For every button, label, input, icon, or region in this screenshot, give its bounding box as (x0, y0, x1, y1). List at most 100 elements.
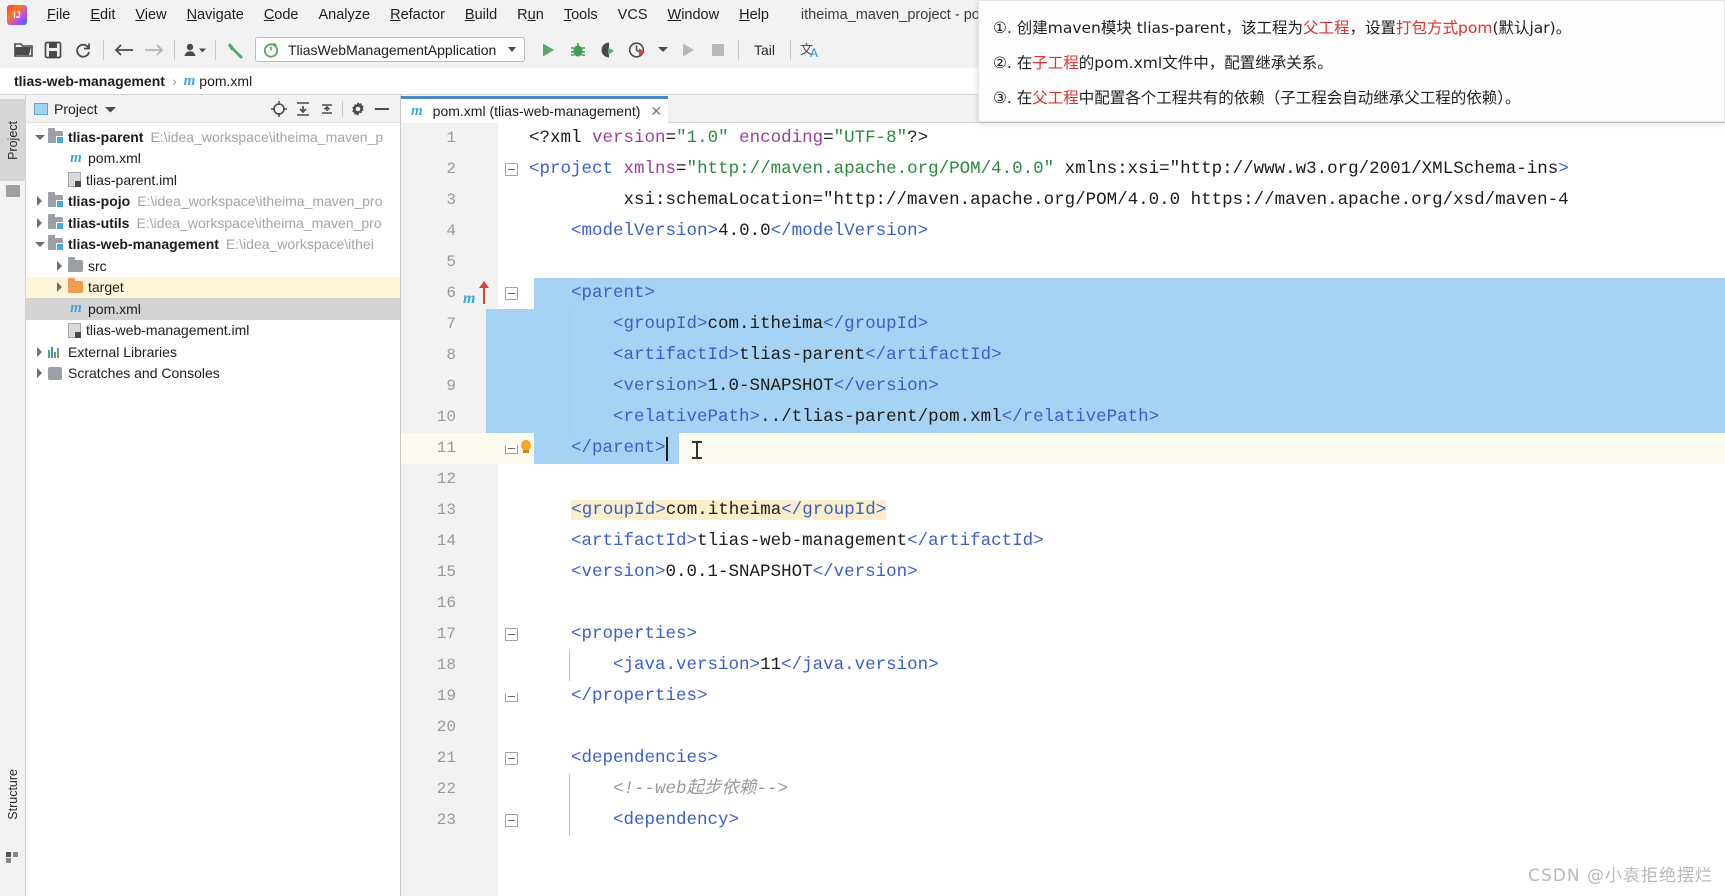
code-line-23[interactable]: 23 <dependency> (401, 805, 1725, 836)
tree-row-tlias-pojo[interactable]: tlias-pojo E:\idea_workspace\itheima_mave… (26, 191, 400, 213)
menu-item-window[interactable]: Window (658, 4, 730, 26)
menu-item-refactor[interactable]: Refactor (380, 4, 455, 26)
tree-row-src[interactable]: src (26, 255, 400, 277)
code-line-15[interactable]: 15 <version>0.0.1-SNAPSHOT</version> (401, 557, 1725, 588)
code-line-10[interactable]: 10 <relativePath>../tlias-parent/pom.xml… (401, 402, 1725, 433)
user-profile-icon[interactable] (180, 36, 210, 64)
chevron-right-icon[interactable] (32, 365, 48, 381)
tree-row-pom-xml[interactable]: m pom.xml (26, 298, 400, 320)
debug-bug-icon[interactable] (563, 36, 593, 64)
fold-marker-collapse[interactable] (505, 163, 518, 176)
code-line-14[interactable]: 14 <artifactId>tlias-web-management</art… (401, 526, 1725, 557)
fold-marker-collapse[interactable] (505, 287, 518, 300)
parent-navigation-arrow-icon[interactable] (479, 281, 489, 304)
run-play-icon[interactable] (533, 36, 563, 64)
hide-minus-icon[interactable] (370, 98, 394, 120)
tree-row-tlias-utils[interactable]: tlias-utils E:\idea_workspace\itheima_mav… (26, 212, 400, 234)
code-line-11[interactable]: 11 </parent> (401, 433, 1725, 464)
rerun-play-icon[interactable] (673, 36, 703, 64)
run-with-coverage-icon[interactable] (593, 36, 623, 64)
close-icon[interactable]: ✕ (650, 103, 662, 120)
menu-item-tools[interactable]: Tools (554, 4, 608, 26)
tree-row-target[interactable]: target (26, 276, 400, 298)
code-editor[interactable]: 1 <?xml version="1.0" encoding="UTF-8"?> 2… (401, 123, 1725, 896)
tree-row-tlias-parent-iml[interactable]: tlias-parent.iml (26, 169, 400, 191)
chevron-right-icon[interactable] (32, 215, 48, 231)
strip-tab-project-label: Project (6, 120, 20, 160)
menu-item-vcs[interactable]: VCS (608, 4, 658, 26)
project-tree[interactable]: tlias-parent E:\idea_workspace\itheima_ma… (26, 123, 400, 384)
code-line-5[interactable]: 5 (401, 247, 1725, 278)
tree-row-pom-xml[interactable]: m pom.xml (26, 148, 400, 170)
menu-item-navigate[interactable]: Navigate (177, 4, 254, 26)
chevron-right-icon[interactable] (52, 279, 68, 295)
chevron-right-icon[interactable] (52, 258, 68, 274)
translate-icon[interactable]: 文A (796, 36, 826, 64)
stop-square-icon[interactable] (703, 36, 733, 64)
arrow-left-icon[interactable] (109, 36, 139, 64)
fold-marker-collapse[interactable] (505, 752, 518, 765)
arrow-right-icon[interactable] (139, 36, 169, 64)
menu-item-code[interactable]: Code (254, 4, 309, 26)
code-line-20[interactable]: 20 (401, 712, 1725, 743)
chevron-down-icon[interactable] (508, 47, 516, 52)
code-line-8[interactable]: 8 <artifactId>tlias-parent</artifactId> (401, 340, 1725, 371)
save-disk-icon[interactable] (38, 36, 68, 64)
tree-row-external-libraries[interactable]: External Libraries (26, 341, 400, 363)
tree-row-tlias-web-management-iml[interactable]: tlias-web-management.iml (26, 320, 400, 342)
strip-tab-structure[interactable]: Structure (0, 745, 26, 843)
fold-marker-end[interactable] (505, 693, 518, 702)
code-line-4[interactable]: 4 <modelVersion>4.0.0</modelVersion> (401, 216, 1725, 247)
editor-tab-pom-xml[interactable]: m pom.xml (tlias-web-management) ✕ (401, 96, 669, 123)
code-line-3[interactable]: 3 xsi:schemaLocation="http://maven.apach… (401, 185, 1725, 216)
menu-item-build[interactable]: Build (455, 4, 507, 26)
expand-all-icon[interactable] (291, 98, 315, 120)
run-configuration-label: TliasWebManagementApplication (288, 41, 497, 58)
profiler-dropdown-icon[interactable] (653, 36, 673, 64)
collapse-all-icon[interactable] (315, 98, 339, 120)
menu-item-view[interactable]: View (125, 4, 176, 26)
locate-target-icon[interactable] (267, 98, 291, 120)
code-line-18[interactable]: 18 <java.version>11</java.version> (401, 650, 1725, 681)
code-line-16[interactable]: 16 (401, 588, 1725, 619)
code-line-1[interactable]: 1 <?xml version="1.0" encoding="UTF-8"?> (401, 123, 1725, 154)
gear-settings-icon[interactable] (346, 98, 370, 120)
profiler-clock-icon[interactable] (623, 36, 653, 64)
fold-marker-collapse[interactable] (505, 628, 518, 641)
chevron-right-icon[interactable] (32, 344, 48, 360)
code-line-19[interactable]: 19 </properties> (401, 681, 1725, 712)
code-line-13[interactable]: 13 <groupId>com.itheima</groupId> (401, 495, 1725, 526)
tree-row-tlias-web-management[interactable]: tlias-web-management E:\idea_workspace\it… (26, 234, 400, 256)
code-line-17[interactable]: 17 <properties> (401, 619, 1725, 650)
code-line-2[interactable]: 2 <project xmlns="http://maven.apache.org… (401, 154, 1725, 185)
tree-row-tlias-parent[interactable]: tlias-parent E:\idea_workspace\itheima_ma… (26, 126, 400, 148)
run-configuration-selector[interactable]: TliasWebManagementApplication (255, 37, 525, 62)
tail-button[interactable]: Tail (744, 42, 785, 58)
breadcrumb-file[interactable]: pom.xml (199, 73, 252, 89)
chevron-down-icon[interactable] (32, 129, 48, 145)
refresh-sync-icon[interactable] (68, 36, 98, 64)
fold-marker-collapse[interactable] (505, 814, 518, 827)
menu-item-edit[interactable]: Edit (80, 4, 125, 26)
chevron-right-icon[interactable] (32, 193, 48, 209)
menu-item-run[interactable]: Run (507, 4, 554, 26)
code-lines[interactable]: 1 <?xml version="1.0" encoding="UTF-8"?> 2… (401, 123, 1725, 836)
chevron-down-icon[interactable] (104, 100, 116, 118)
code-line-12[interactable]: 12 (401, 464, 1725, 495)
hammer-build-icon[interactable] (221, 36, 251, 64)
tree-row-scratches-and-consoles[interactable]: Scratches and Consoles (26, 363, 400, 385)
menu-item-analyze[interactable]: Analyze (309, 4, 381, 26)
open-folder-icon[interactable] (8, 36, 38, 64)
strip-tab-project[interactable]: Project (0, 99, 26, 181)
fold-marker-end[interactable] (505, 445, 518, 454)
code-line-22[interactable]: 22 <!--web起步依赖--> (401, 774, 1725, 805)
code-line-6[interactable]: 6m <parent> (401, 278, 1725, 309)
breadcrumb-root[interactable]: tlias-web-management (14, 73, 165, 89)
menu-item-help[interactable]: Help (729, 4, 779, 26)
code-line-7[interactable]: 7 <groupId>com.itheima</groupId> (401, 309, 1725, 340)
menu-item-file[interactable]: File (37, 4, 80, 26)
chevron-down-icon[interactable] (32, 236, 48, 252)
code-line-9[interactable]: 9 <version>1.0-SNAPSHOT</version> (401, 371, 1725, 402)
tree-node-path: E:\idea_workspace\itheima_maven_p (150, 128, 384, 145)
code-line-21[interactable]: 21 <dependencies> (401, 743, 1725, 774)
